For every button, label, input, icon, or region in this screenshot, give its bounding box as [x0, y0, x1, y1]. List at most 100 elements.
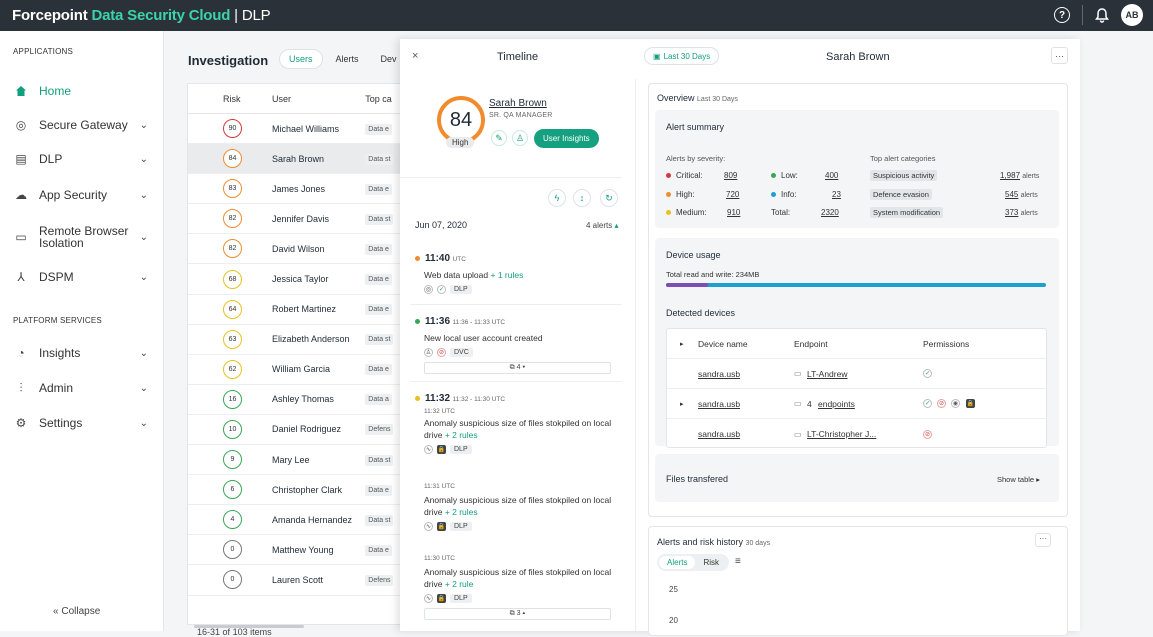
- table-row[interactable]: 82 Jennifer Davis Data st: [188, 204, 403, 235]
- column-header-risk[interactable]: Risk: [188, 94, 272, 104]
- avatar[interactable]: AB: [1121, 4, 1143, 26]
- user-cell[interactable]: Michael Williams: [272, 124, 365, 134]
- sidebar-item-dspm[interactable]: ⅄ DSPM ⌄: [0, 263, 164, 291]
- user-cell[interactable]: David Wilson: [272, 244, 365, 254]
- sidebar-item-home[interactable]: Home: [0, 77, 164, 105]
- sidebar-item-remote-browser-isolation[interactable]: ▭ Remote Browser Isolation ⌄: [0, 223, 164, 251]
- user-name-link[interactable]: Sarah Brown: [489, 98, 547, 109]
- user-cell[interactable]: Christopher Clark: [272, 485, 365, 495]
- brand-logo[interactable]: Forcepoint Data Security Cloud | DLP: [12, 7, 271, 24]
- total-count[interactable]: 2320: [821, 208, 839, 217]
- table-row[interactable]: 83 James Jones Data e: [188, 174, 403, 205]
- info-count[interactable]: 23: [832, 190, 841, 199]
- user-cell[interactable]: Mary Lee: [272, 455, 365, 465]
- user-cell[interactable]: Lauren Scott: [272, 575, 365, 585]
- user-cell[interactable]: Daniel Rodriguez: [272, 424, 365, 434]
- lightning-icon[interactable]: ϟ: [548, 189, 566, 207]
- table-row[interactable]: 6 Christopher Clark Data e: [188, 475, 403, 506]
- category-count-value[interactable]: 545: [1005, 190, 1018, 199]
- sidebar-item-settings[interactable]: ⚙ Settings ⌄: [0, 409, 164, 437]
- device-name-link[interactable]: sandra.usb: [698, 369, 740, 379]
- tab-alerts[interactable]: Alerts: [327, 50, 368, 68]
- endpoint-link[interactable]: LT-Andrew: [807, 369, 847, 379]
- user-cell[interactable]: Ashley Thomas: [272, 394, 365, 404]
- more-options-button[interactable]: ···: [1035, 533, 1051, 547]
- high-count[interactable]: 720: [726, 190, 739, 199]
- endpoint-link[interactable]: endpoints: [818, 399, 855, 409]
- more-options-button[interactable]: ···: [1051, 47, 1068, 64]
- timeline-event[interactable]: 11:36 11:36 - 11:33 UTC New local user a…: [415, 316, 622, 374]
- close-icon[interactable]: ×: [412, 50, 418, 62]
- table-row[interactable]: 0 Lauren Scott Defens: [188, 565, 403, 596]
- user-cell[interactable]: Elizabeth Anderson: [272, 334, 365, 344]
- category-count-value[interactable]: 373: [1005, 208, 1018, 217]
- table-row[interactable]: 0 Matthew Young Data e: [188, 535, 403, 566]
- sidebar-item-admin[interactable]: ⫶ Admin ⌄: [0, 374, 164, 402]
- event-rules-link[interactable]: + 2 rule: [445, 579, 474, 589]
- timeline-event[interactable]: 11:32 11:32 - 11:30 UTC 11:32 UTC Anomal…: [415, 393, 622, 454]
- sidebar-item-secure-gateway[interactable]: ◎ Secure Gateway ⌄: [0, 111, 164, 139]
- refresh-icon[interactable]: ↻: [600, 189, 618, 207]
- table-row[interactable]: 64 Robert Martinez Data e: [188, 295, 403, 325]
- critical-count[interactable]: 809: [724, 171, 737, 180]
- user-cell[interactable]: Jessica Taylor: [272, 274, 365, 284]
- table-row[interactable]: sandra.usb ▭ LT-Andrew ✓: [667, 359, 1048, 389]
- table-row[interactable]: 82 David Wilson Data e: [188, 234, 403, 265]
- user-cell[interactable]: Robert Martinez: [272, 304, 365, 314]
- table-row[interactable]: 62 William Garcia Data e: [188, 355, 403, 385]
- sidebar-item-insights[interactable]: ◔ Insights ⌄: [0, 339, 164, 367]
- edit-icon[interactable]: ✎: [491, 130, 507, 146]
- table-row[interactable]: 84 Sarah Brown Data st: [188, 144, 403, 175]
- tab-users[interactable]: Users: [279, 49, 323, 69]
- table-row[interactable]: 4 Amanda Hernandez Data st: [188, 505, 403, 536]
- user-insights-button[interactable]: User Insights: [534, 129, 599, 148]
- event-rules-link[interactable]: + 1 rules: [491, 270, 524, 280]
- user-cell[interactable]: Matthew Young: [272, 545, 365, 555]
- collapse-events-button[interactable]: ⧉ 3 ▴: [424, 608, 611, 620]
- table-row[interactable]: 63 Elizabeth Anderson Data st: [188, 325, 403, 355]
- event-rules-link[interactable]: + 2 rules: [445, 507, 478, 517]
- expand-icon[interactable]: ▸: [680, 400, 684, 408]
- sidebar-item-dlp[interactable]: ▤ DLP ⌄: [0, 145, 164, 173]
- help-icon[interactable]: ?: [1054, 7, 1070, 23]
- category-chip[interactable]: System modification: [870, 207, 944, 218]
- tab-history-risk[interactable]: Risk: [695, 556, 727, 569]
- column-header-user[interactable]: User: [272, 94, 365, 104]
- collapse-button[interactable]: « Collapse: [53, 606, 100, 617]
- alerts-count-toggle[interactable]: 4 alerts ▴: [586, 221, 618, 230]
- table-row[interactable]: sandra.usb ▭ LT-Christopher J... ⊘: [667, 419, 1048, 449]
- category-count-value[interactable]: 1,987: [1000, 171, 1020, 180]
- category-chip[interactable]: Suspicious activity: [870, 170, 938, 181]
- sidebar-item-app-security[interactable]: ☁ App Security ⌄: [0, 181, 164, 209]
- user-cell[interactable]: Jennifer Davis: [272, 214, 365, 224]
- show-table-link[interactable]: Show table ▸: [997, 475, 1040, 484]
- bell-icon[interactable]: [1095, 7, 1109, 23]
- tab-history-alerts[interactable]: Alerts: [659, 556, 696, 569]
- category-chip[interactable]: Defence evasion: [870, 189, 932, 200]
- user-icon[interactable]: ♙: [512, 130, 528, 146]
- table-row[interactable]: 90 Michael Williams Data e: [188, 114, 403, 145]
- column-header-top-category[interactable]: Top ca: [365, 94, 403, 104]
- timeline-event[interactable]: 11:40 UTC Web data upload + 1 rules ◎ ✓ DL…: [415, 253, 622, 294]
- expand-icon[interactable]: ▸: [680, 340, 684, 348]
- table-row[interactable]: ▸ sandra.usb ▭ 4 endpoints ✓ ⊘ ◉ 🔒: [667, 389, 1048, 419]
- user-cell[interactable]: Amanda Hernandez: [272, 515, 365, 525]
- timeline-sub-event[interactable]: 11:30 UTC Anomaly suspicious size of fil…: [415, 551, 622, 620]
- expand-events-button[interactable]: ⧉ 4 ▾: [424, 362, 611, 374]
- user-cell[interactable]: Sarah Brown: [272, 154, 365, 164]
- device-name-link[interactable]: sandra.usb: [698, 399, 740, 409]
- device-name-link[interactable]: sandra.usb: [698, 429, 740, 439]
- date-filter-button[interactable]: ▣ Last 30 Days: [644, 47, 720, 65]
- medium-count[interactable]: 910: [727, 208, 740, 217]
- table-row[interactable]: 68 Jessica Taylor Data e: [188, 264, 403, 295]
- user-cell[interactable]: James Jones: [272, 184, 365, 194]
- table-row[interactable]: 10 Daniel Rodriguez Defens: [188, 415, 403, 446]
- endpoint-link[interactable]: LT-Christopher J...: [807, 429, 876, 439]
- low-count[interactable]: 400: [825, 171, 838, 180]
- table-row[interactable]: 16 Ashley Thomas Data a: [188, 385, 403, 415]
- timeline-sub-event[interactable]: 11:31 UTC Anomaly suspicious size of fil…: [415, 479, 622, 531]
- filter-icon[interactable]: ≡: [735, 556, 741, 567]
- sort-icon[interactable]: ↕: [573, 189, 591, 207]
- table-row[interactable]: 9 Mary Lee Data st: [188, 445, 403, 476]
- user-cell[interactable]: William Garcia: [272, 364, 365, 374]
